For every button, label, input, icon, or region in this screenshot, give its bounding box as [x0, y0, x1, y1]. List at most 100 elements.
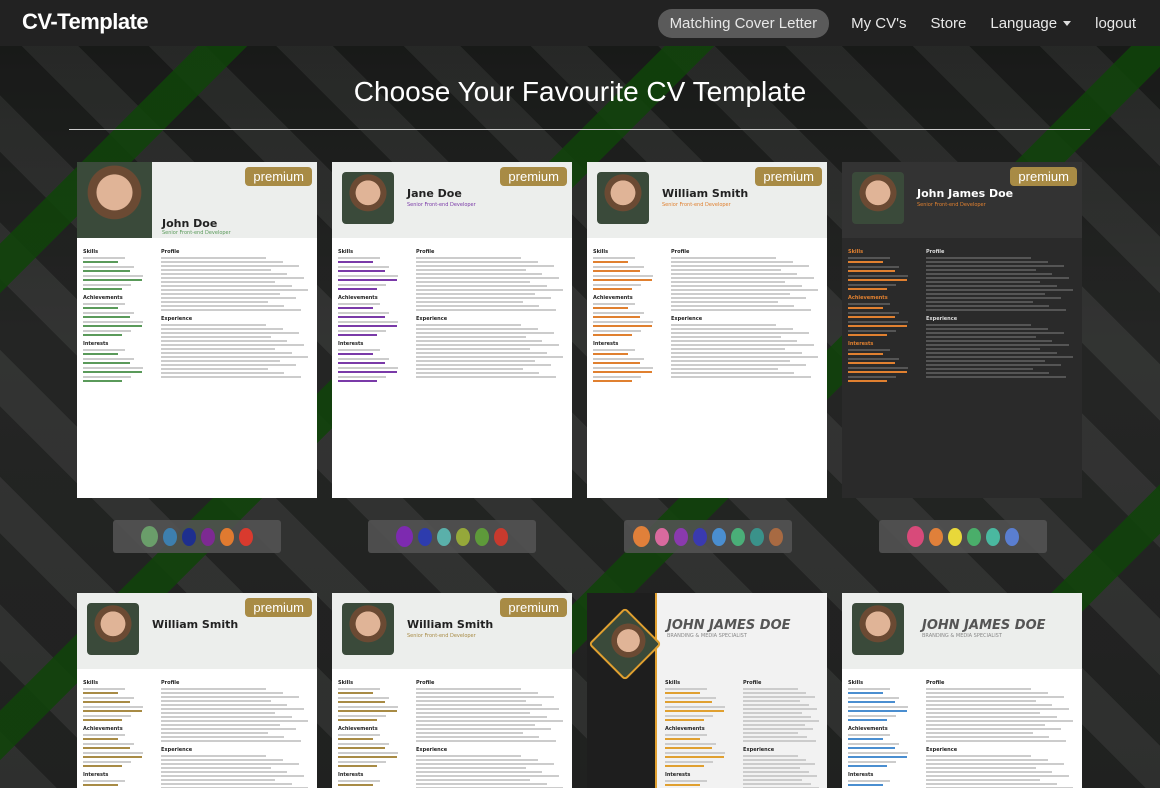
cv-template-card[interactable]: William Smith Senior Front-end Developer… — [332, 593, 572, 788]
text-line — [161, 740, 301, 742]
text-line — [416, 376, 556, 378]
text-line — [926, 273, 1052, 275]
text-line — [671, 352, 802, 354]
text-line — [416, 332, 554, 334]
color-swatch[interactable] — [750, 527, 764, 546]
text-line — [161, 771, 287, 773]
text-line — [416, 740, 556, 742]
text-line — [593, 257, 635, 259]
color-swatch[interactable] — [986, 527, 1000, 546]
skill-bar — [338, 756, 397, 758]
color-swatch[interactable] — [633, 526, 650, 547]
caret-down-icon — [1063, 21, 1072, 27]
color-swatch[interactable] — [967, 527, 981, 546]
logo[interactable]: CV-Template — [22, 9, 149, 35]
color-swatch[interactable] — [239, 527, 253, 546]
color-swatch[interactable] — [693, 527, 707, 546]
cv-template-card[interactable]: William Smith Senior Front-end Developer… — [587, 162, 827, 498]
text-line — [593, 330, 642, 332]
text-line — [926, 356, 1073, 358]
color-swatch[interactable] — [220, 527, 234, 546]
color-swatch[interactable] — [163, 527, 177, 546]
color-swatch[interactable] — [907, 526, 924, 547]
text-line — [416, 301, 523, 303]
logout-link[interactable]: logout — [1095, 15, 1136, 32]
text-line — [161, 736, 284, 738]
text-line — [926, 704, 1052, 706]
cv-template-card[interactable]: John Doe Senior Front-end Developer Skil… — [77, 162, 317, 498]
language-dropdown[interactable]: Language — [990, 15, 1072, 32]
color-swatch[interactable] — [929, 527, 943, 546]
text-line — [743, 700, 800, 702]
color-swatch[interactable] — [201, 527, 215, 546]
text-line — [83, 734, 125, 736]
text-line — [161, 328, 283, 330]
text-line — [416, 293, 535, 295]
text-line — [848, 349, 890, 351]
text-line — [848, 257, 890, 259]
text-line — [593, 303, 635, 305]
text-line — [83, 780, 125, 782]
text-line — [926, 281, 1040, 283]
text-line — [161, 261, 283, 263]
color-swatch[interactable] — [396, 526, 413, 547]
text-line — [416, 372, 539, 374]
cv-template-card[interactable]: William Smith Skills Achievements Interest… — [77, 593, 317, 788]
color-swatch[interactable] — [141, 526, 158, 547]
text-line — [416, 708, 559, 710]
color-swatch[interactable] — [182, 527, 196, 546]
text-line — [161, 281, 275, 283]
text-line — [926, 759, 1048, 761]
text-line — [83, 312, 135, 314]
text-line — [743, 740, 816, 742]
text-line — [416, 336, 526, 338]
color-swatch[interactable] — [731, 527, 745, 546]
skill-bar — [83, 692, 118, 694]
text-line — [416, 728, 551, 730]
text-line — [926, 783, 1057, 785]
text-line — [743, 779, 803, 781]
color-swatch[interactable] — [674, 527, 688, 546]
cv-template-card[interactable]: JOHN JAMES DOE BRANDING & MEDIA SPECIALI… — [842, 593, 1082, 788]
store-link[interactable]: Store — [931, 15, 967, 32]
text-line — [926, 763, 1064, 765]
color-swatch[interactable] — [1005, 527, 1019, 546]
text-line — [743, 724, 805, 726]
cv-photo — [342, 603, 394, 655]
text-line — [83, 697, 135, 699]
color-swatch[interactable] — [456, 527, 470, 546]
text-line — [416, 360, 535, 362]
text-line — [161, 708, 304, 710]
color-swatch[interactable] — [948, 527, 962, 546]
color-swatch[interactable] — [712, 527, 726, 546]
color-swatch[interactable] — [655, 527, 669, 546]
color-swatch[interactable] — [418, 527, 432, 546]
color-swatch[interactable] — [494, 527, 508, 546]
color-swatch[interactable] — [475, 527, 489, 546]
section-heading: Skills — [848, 680, 864, 686]
skill-bar — [83, 307, 118, 309]
text-line — [671, 368, 778, 370]
cv-template-card[interactable]: JOHN JAMES DOE BRANDING & MEDIA SPECIALI… — [587, 593, 827, 788]
section-heading: Experience — [161, 747, 193, 753]
text-line — [671, 301, 778, 303]
cv-template-card[interactable]: John James Doe Senior Front-end Develope… — [842, 162, 1082, 498]
color-swatch[interactable] — [437, 527, 451, 546]
text-line — [161, 324, 266, 326]
text-line — [743, 783, 811, 785]
cv-template-card[interactable]: Jane Doe Senior Front-end Developer Skil… — [332, 162, 572, 498]
text-line — [338, 266, 390, 268]
text-line — [743, 688, 798, 690]
text-line — [416, 704, 542, 706]
cv-photo — [77, 162, 152, 238]
matching-cover-letter-link[interactable]: Matching Cover Letter — [657, 8, 830, 38]
text-line — [416, 368, 523, 370]
text-line — [161, 301, 268, 303]
skill-bar — [665, 692, 700, 694]
skill-bar — [848, 701, 895, 703]
text-line — [161, 696, 299, 698]
text-line — [161, 767, 271, 769]
my-cvs-link[interactable]: My CV's — [851, 15, 906, 32]
color-swatch[interactable] — [769, 527, 783, 546]
text-line — [161, 285, 292, 287]
